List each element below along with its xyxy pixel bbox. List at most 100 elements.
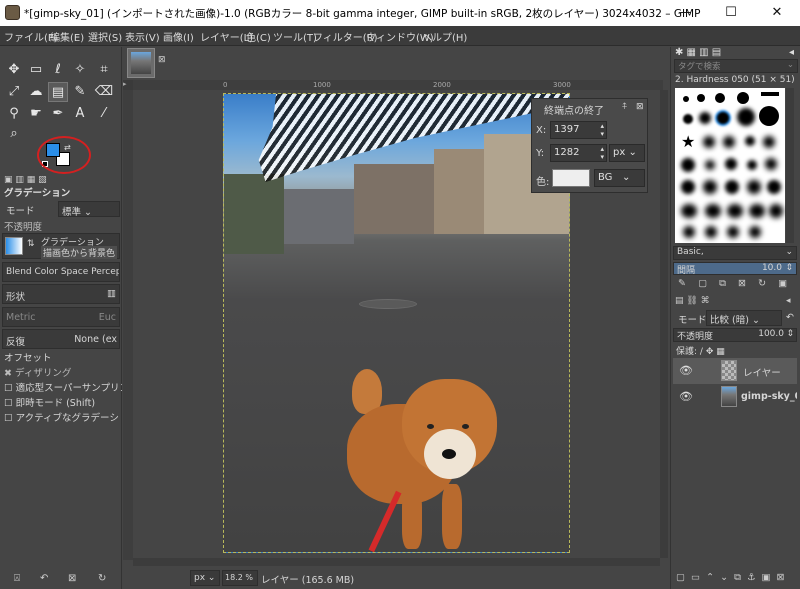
crop-tool-icon[interactable]: ⌗ [94,60,114,80]
x-spinbox[interactable]: 1397 ▴ ▾ [550,121,607,139]
smudge-tool-icon[interactable]: ☛ [26,104,46,124]
repeat-row[interactable]: 反復 None (ex [2,329,120,349]
endpoint-color-swatch[interactable] [552,169,590,187]
brush-preset[interactable] [763,136,775,148]
shape-icon[interactable]: ▥ [107,288,116,299]
brush-preset[interactable] [681,204,697,218]
brush-preset[interactable] [737,108,755,126]
transform-tool-icon[interactable]: ⤢ [4,82,24,102]
brush-preset[interactable] [765,158,777,170]
spacing-stepper-icon[interactable]: ⇕ [785,263,793,273]
refresh-brushes-icon[interactable]: ↻ [758,278,766,289]
gradient-tool-icon[interactable]: ▤ [48,82,68,102]
brush-preset[interactable]: ★ [681,132,695,151]
brush-preset[interactable] [737,92,749,104]
foreground-color-swatch[interactable] [46,143,60,157]
menu-view[interactable]: 表示(V) [125,29,160,44]
image-tab-close-icon[interactable]: ⊠ [158,55,166,65]
zoom-tool-icon[interactable]: ⌕ [4,124,24,144]
delete-preset-icon[interactable]: ⊠ [68,573,76,584]
lower-layer-icon[interactable]: ⌄ [720,572,728,583]
horizontal-scrollbar[interactable] [133,558,660,566]
brush-as-image-icon[interactable]: ▣ [778,278,787,289]
layer-name[interactable]: レイヤー [743,365,781,379]
reverse-icon[interactable]: ⇅ [27,239,35,249]
brush-preset[interactable] [681,158,695,172]
y-stepper-icon[interactable]: ▴ ▾ [600,145,604,161]
restore-preset-icon[interactable]: ↶ [40,573,48,584]
vertical-scrollbar[interactable] [660,90,668,558]
delete-layer-icon[interactable]: ⊠ [777,572,785,583]
active-gradient-checkbox[interactable]: ☐ [4,413,13,424]
gradient-name[interactable]: 描画色から背景色 [41,246,118,259]
spacing-slider[interactable]: 間隔 10.0 ⇕ [673,262,797,276]
brush-preset[interactable] [723,136,735,148]
rect-select-tool-icon[interactable]: ▭ [26,60,46,80]
brush-preset[interactable] [681,180,695,194]
dock-menu-icon[interactable]: ◂ [789,47,794,58]
horizontal-ruler[interactable]: 0 1000 2000 3000 [133,80,663,90]
brush-scrollbar[interactable] [786,88,794,243]
color-type-select[interactable]: BG ⌄ [594,169,645,187]
brush-preset[interactable] [749,226,761,238]
lock-position-icon[interactable]: ✥ [706,347,714,357]
menu-color[interactable]: 色(C) [246,29,271,44]
tag-search-input[interactable]: タグで検索 ⌄ [674,59,798,73]
brush-preset[interactable] [697,94,705,102]
maximize-button[interactable]: ☐ [708,0,754,26]
menu-edit[interactable]: 編集(E) [50,29,84,44]
brush-preset[interactable] [727,204,743,218]
x-stepper-icon[interactable]: ▴ ▾ [600,122,604,138]
layer-visibility-eye-icon[interactable]: 👁 [679,364,693,377]
new-group-icon[interactable]: ▭ [691,572,700,583]
minimize-button[interactable]: — [662,0,708,26]
text-tool-icon[interactable]: A [70,104,90,124]
tag-dropdown-icon[interactable]: ⌄ [787,60,794,70]
anchor-layer-icon[interactable]: ⚓ [747,572,756,583]
active-gradient-row[interactable]: ☐ アクティブなグラデーシ [0,410,122,430]
color-picker-tool-icon[interactable]: ⁄ [94,104,114,124]
unit-select[interactable]: px ⌄ [609,144,645,162]
brush-preset[interactable] [725,158,737,170]
blend-space-row[interactable]: Blend Color Space Perceptual [2,262,120,282]
layers-tab-icons[interactable]: ▤ ⛓ ⌘ [675,296,710,306]
gradient-row[interactable]: ⇅ グラデーション 描画色から背景色 [2,233,120,259]
warp-tool-icon[interactable]: ☁ [26,82,46,102]
brush-preset[interactable] [745,136,755,146]
layer-visibility-eye-icon[interactable]: 👁 [679,390,693,403]
layer-mode-reset-icon[interactable]: ↶ [786,312,794,323]
metric-row[interactable]: Metric Euc [2,307,120,327]
canvas-image[interactable] [223,93,570,553]
save-preset-icon[interactable]: ⍓ [14,573,20,584]
mode-select[interactable]: 標準 ⌄ [58,201,120,218]
vertical-ruler[interactable] [123,90,133,560]
fuzzy-select-tool-icon[interactable]: ✧ [70,60,90,80]
y-spinbox[interactable]: 1282 ▴ ▾ [550,144,607,162]
lock-pixels-icon[interactable]: / [700,347,703,357]
brush-preset[interactable] [705,204,721,218]
dithering-checkbox[interactable]: ✖ [4,368,12,379]
brush-set-dropdown-icon[interactable]: ⌄ [785,247,793,257]
delete-brush-icon[interactable]: ⊠ [738,278,746,289]
layers-menu-icon[interactable]: ◂ [786,296,791,306]
path-tool-icon[interactable]: ✒ [48,104,68,124]
brush-preset[interactable] [759,106,779,126]
status-unit-select[interactable]: px ⌄ [190,570,220,586]
brush-preset[interactable] [703,180,717,194]
layer-mode-select[interactable]: 比較 (暗) ⌄ [706,310,782,326]
duplicate-layer-icon[interactable]: ⧉ [734,572,741,583]
brushes-tab-icon[interactable]: ✱ ▦ ▥ ▤ [675,47,721,58]
tool-options-tab-icons[interactable]: ▣ ▥ ▦ ▧ [4,175,47,185]
brush-preset[interactable] [705,160,715,170]
brush-preset[interactable] [715,110,731,126]
brush-preset[interactable] [749,204,765,218]
brush-preset[interactable] [767,180,781,194]
reset-preset-icon[interactable]: ↻ [98,573,106,584]
menu-select[interactable]: 選択(S) [88,29,122,44]
popover-pin-icon[interactable]: ⍏ [622,102,627,112]
raise-layer-icon[interactable]: ⌃ [706,572,714,583]
menu-image[interactable]: 画像(I) [163,29,194,44]
new-layer-icon[interactable]: ▢ [676,572,685,583]
zoom-select[interactable]: 18.2 % [222,570,258,586]
close-button[interactable]: ✕ [754,0,800,26]
